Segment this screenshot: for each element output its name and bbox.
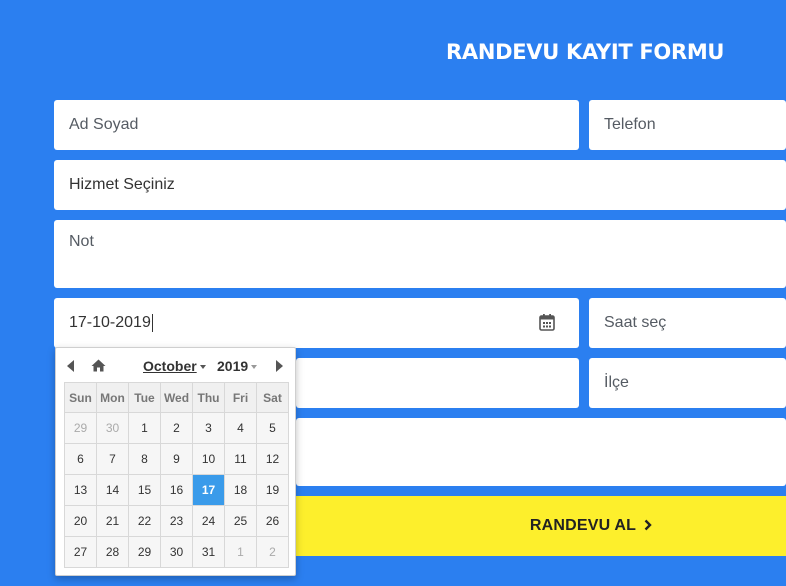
calendar-day[interactable]: 8 — [128, 443, 161, 475]
weekday-header: Sat — [256, 382, 289, 413]
calendar-day[interactable]: 22 — [128, 505, 161, 537]
home-icon[interactable] — [91, 359, 106, 372]
calendar-day[interactable]: 20 — [64, 505, 97, 537]
weekday-header: Sun — [64, 382, 97, 413]
year-caret-icon — [251, 365, 258, 370]
calendar-day[interactable]: 21 — [96, 505, 129, 537]
calendar-day[interactable]: 24 — [192, 505, 225, 537]
calendar-day[interactable]: 12 — [256, 443, 289, 475]
calendar-day[interactable]: 6 — [64, 443, 97, 475]
calendar-day[interactable]: 30 — [96, 412, 129, 444]
weekday-header: Wed — [160, 382, 193, 413]
city-select[interactable] — [296, 358, 579, 408]
weekday-header: Fri — [224, 382, 257, 413]
calendar-day[interactable]: 19 — [256, 474, 289, 506]
year-label: 2019 — [217, 358, 249, 374]
time-input[interactable]: Saat seç — [589, 298, 786, 348]
calendar-day[interactable]: 2 — [160, 412, 193, 444]
note-placeholder: Not — [69, 233, 94, 250]
service-select[interactable]: Hizmet Seçiniz — [54, 160, 786, 210]
calendar-day-selected[interactable]: 17 — [192, 474, 225, 506]
calendar-week-row: 6 7 8 9 10 11 12 — [64, 443, 289, 475]
weekday-header: Thu — [192, 382, 225, 413]
calendar-day[interactable]: 28 — [96, 536, 129, 568]
calendar-day[interactable]: 4 — [224, 412, 257, 444]
month-caret-icon — [199, 365, 206, 370]
calendar-day[interactable]: 25 — [224, 505, 257, 537]
text-caret — [151, 314, 153, 332]
chevron-right-icon — [644, 518, 652, 535]
calendar-day[interactable]: 1 — [224, 536, 257, 568]
calendar-day[interactable]: 9 — [160, 443, 193, 475]
year-select[interactable]: 2019 — [217, 358, 258, 374]
calendar-week-row: 27 28 29 30 31 1 2 — [64, 536, 289, 568]
district-placeholder: İlçe — [604, 374, 629, 391]
note-textarea[interactable]: Not — [54, 220, 786, 288]
calendar-day[interactable]: 2 — [256, 536, 289, 568]
form-title: RANDEVU KAYIT FORMU — [446, 40, 725, 64]
date-value: 17-10-2019 — [69, 314, 151, 331]
prev-month-icon[interactable] — [67, 360, 74, 372]
district-select[interactable]: İlçe — [589, 358, 786, 408]
calendar-day[interactable]: 11 — [224, 443, 257, 475]
phone-placeholder: Telefon — [604, 116, 656, 133]
calendar-day[interactable]: 1 — [128, 412, 161, 444]
weekday-header: Mon — [96, 382, 129, 413]
calendar-week-row: 29 30 1 2 3 4 5 — [64, 412, 289, 444]
calendar-day[interactable]: 5 — [256, 412, 289, 444]
weekday-header: Tue — [128, 382, 161, 413]
calendar-day[interactable]: 3 — [192, 412, 225, 444]
calendar-grid: Sun Mon Tue Wed Thu Fri Sat 29 30 1 2 3 4 5 6 7 8 9 10 11 1… — [64, 382, 289, 568]
next-month-icon[interactable] — [276, 360, 283, 372]
calendar-day[interactable]: 14 — [96, 474, 129, 506]
service-placeholder: Hizmet Seçiniz — [69, 176, 175, 193]
calendar-day[interactable]: 16 — [160, 474, 193, 506]
calendar-day[interactable]: 27 — [64, 536, 97, 568]
calendar-week-row: 20 21 22 23 24 25 26 — [64, 505, 289, 537]
address-textarea[interactable] — [296, 418, 786, 486]
calendar-day[interactable]: 10 — [192, 443, 225, 475]
calendar-day[interactable]: 29 — [128, 536, 161, 568]
month-label: October — [143, 358, 197, 374]
calendar-day[interactable]: 15 — [128, 474, 161, 506]
calendar-day[interactable]: 26 — [256, 505, 289, 537]
calendar-day[interactable]: 7 — [96, 443, 129, 475]
calendar-icon[interactable] — [539, 313, 555, 331]
name-placeholder: Ad Soyad — [69, 116, 139, 133]
month-select[interactable]: October — [143, 358, 206, 374]
datepicker-header: October 2019 — [56, 348, 295, 384]
date-input[interactable]: 17-10-2019 — [54, 298, 579, 348]
time-placeholder: Saat seç — [604, 314, 667, 331]
calendar-day[interactable]: 30 — [160, 536, 193, 568]
calendar-day[interactable]: 23 — [160, 505, 193, 537]
calendar-week-row: 13 14 15 16 17 18 19 — [64, 474, 289, 506]
phone-input[interactable]: Telefon — [589, 100, 786, 150]
name-input[interactable]: Ad Soyad — [54, 100, 579, 150]
submit-button[interactable]: RANDEVU AL — [296, 496, 786, 556]
submit-label: RANDEVU AL — [529, 517, 637, 534]
calendar-day[interactable]: 13 — [64, 474, 97, 506]
calendar-day[interactable]: 29 — [64, 412, 97, 444]
calendar-day[interactable]: 18 — [224, 474, 257, 506]
datepicker-popup: October 2019 Sun Mon Tue Wed Thu Fri Sat 29 30 1… — [55, 347, 296, 576]
calendar-day[interactable]: 31 — [192, 536, 225, 568]
